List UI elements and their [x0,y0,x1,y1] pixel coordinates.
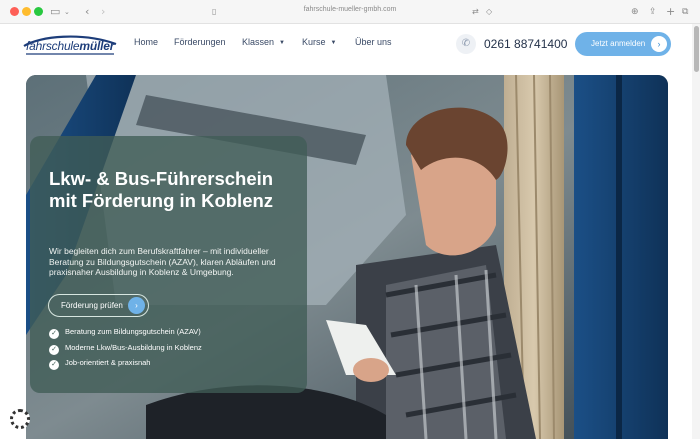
check-icon: ✓ [49,345,59,355]
nav-item-kurse[interactable]: Kurse ▼ [302,37,336,47]
scrollbar-track[interactable] [692,24,700,439]
nav-item-home[interactable]: Home [134,37,158,47]
caret-down-icon: ▼ [330,40,337,46]
logo[interactable]: fahrschulemüller [26,39,114,53]
nav-label: Klassen [242,37,275,47]
feature-item: ✓ Moderne Lkw/Bus-Ausbildung in Koblenz [49,342,202,355]
register-button[interactable]: Jetzt anmelden › [575,32,671,56]
nav-label: Kurse [302,37,326,47]
register-button-label: Jetzt anmelden [591,39,646,48]
new-tab-icon[interactable]: + [666,5,675,19]
hero-description: Wir begleiten dich zum Berufskraftfahrer… [49,246,276,277]
phone-icon[interactable]: ✆ [456,34,476,54]
check-funding-label: Förderung prüfen [61,301,123,310]
arrow-right-icon: › [651,36,667,52]
check-icon: ✓ [49,360,59,370]
feature-item: ✓ Beratung zum Bildungsgutschein (AZAV) [49,326,201,339]
check-funding-button[interactable]: Förderung prüfen › [48,294,149,317]
download-icon[interactable]: ⊕ [631,5,639,19]
hero-title: Lkw- & Bus-Führerschein mit Förderung in… [49,168,274,211]
shield-icon[interactable]: ◇ [486,5,492,19]
site-header: fahrschulemüller Home Förderungen Klasse… [0,24,700,66]
cookie-settings-icon[interactable] [10,409,30,429]
tab-overview-icon[interactable]: ⧉ [682,5,688,19]
logo-prefix: fahrschule [26,39,80,53]
nav-item-ueber-uns[interactable]: Über uns [355,37,392,47]
share-icon[interactable]: ⇪ [649,5,657,19]
address-bar[interactable]: fahrschule-mueller-gmbh.com [0,6,700,13]
check-icon: ✓ [49,329,59,339]
logo-suffix: müller [79,39,115,53]
browser-toolbar: ▭ ⌄ ‹ › ▯ fahrschule-mueller-gmbh.com ⇄ … [0,0,700,24]
nav-label: Förderungen [174,37,226,47]
caret-down-icon: ▼ [279,40,285,46]
nav-item-foerderungen[interactable]: Förderungen [174,37,226,47]
arrow-right-icon: › [128,297,145,314]
translate-icon[interactable]: ⇄ [472,5,479,19]
nav-label: Home [134,37,159,47]
phone-number[interactable]: 0261 88741400 [484,37,567,51]
feature-label: Moderne Lkw/Bus-Ausbildung in Koblenz [65,343,202,352]
nav-label: Über uns [355,37,392,47]
feature-item: ✓ Job-orientiert & praxisnah [49,357,150,370]
scrollbar-thumb[interactable] [694,26,699,72]
feature-label: Beratung zum Bildungsgutschein (AZAV) [65,327,201,336]
nav-item-klassen[interactable]: Klassen ▼ [242,37,285,47]
feature-label: Job-orientiert & praxisnah [65,358,151,367]
